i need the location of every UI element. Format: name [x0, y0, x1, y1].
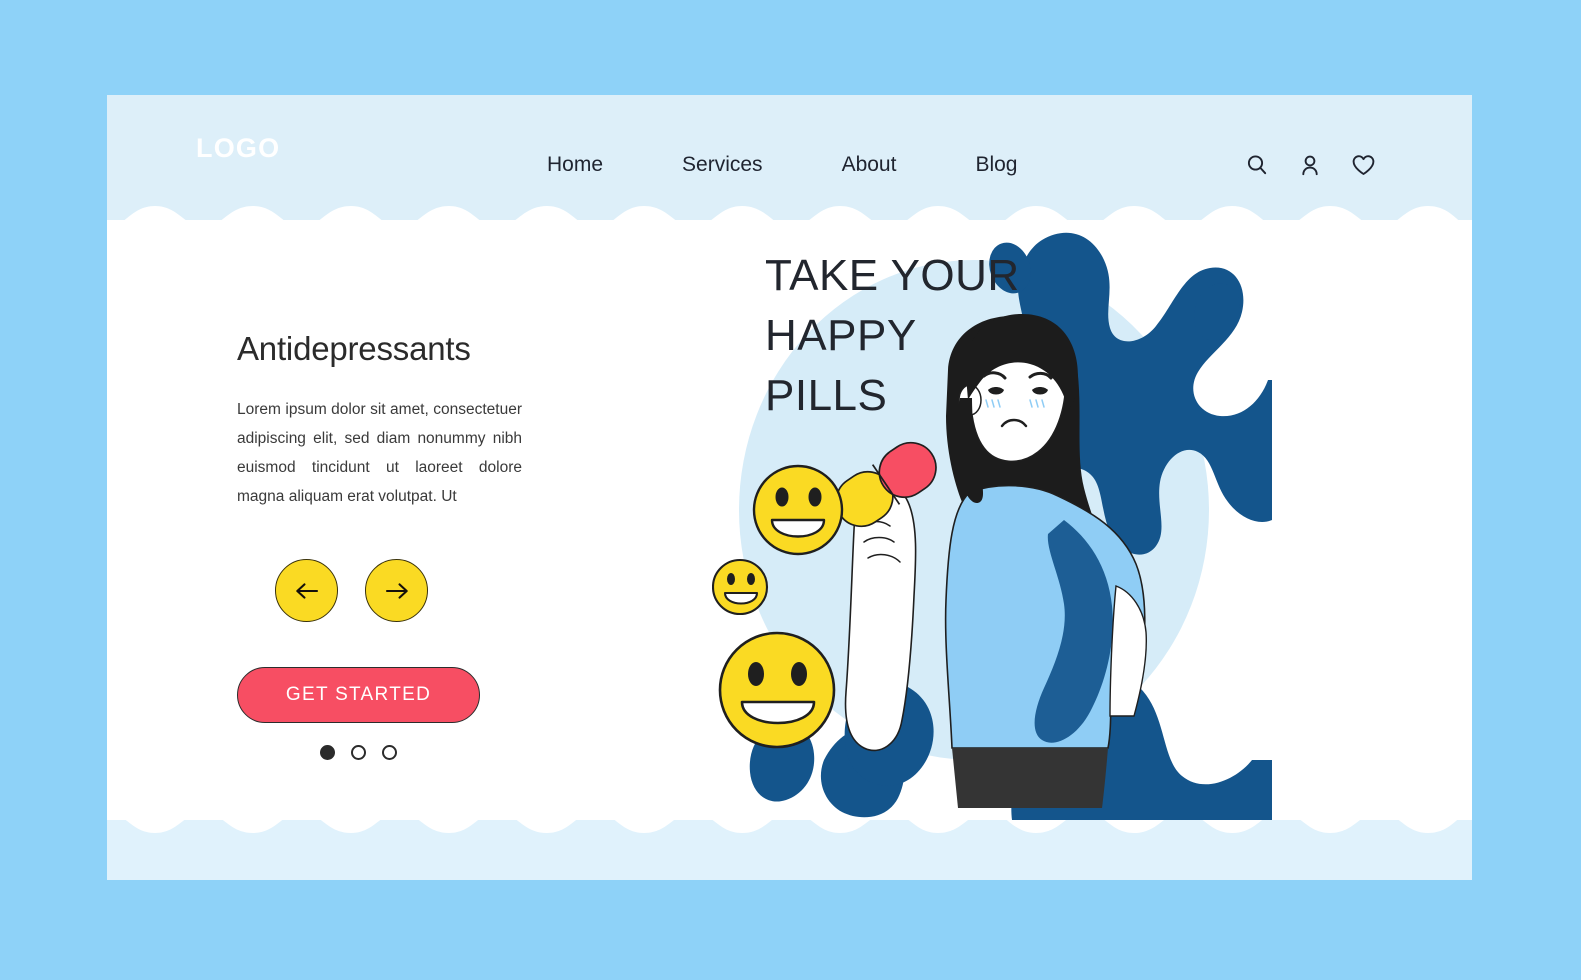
site-header: LOGO Home Services About Blog [107, 95, 1472, 220]
heart-icon[interactable] [1351, 153, 1376, 182]
search-icon[interactable] [1245, 153, 1269, 182]
next-arrow-button[interactable] [365, 559, 428, 622]
smiley-face-large [718, 631, 836, 749]
arrow-right-icon [385, 582, 408, 599]
smiley-face-medium [752, 464, 844, 556]
nav-item-about[interactable]: About [842, 153, 897, 177]
headline-line-1: TAKE YOUR [765, 251, 1020, 300]
smiley-face-small [712, 558, 769, 616]
nav-item-blog[interactable]: Blog [975, 153, 1017, 177]
prev-arrow-button[interactable] [275, 559, 338, 622]
nav-item-home[interactable]: Home [547, 153, 603, 177]
carousel-arrow-group [237, 559, 522, 622]
headline-line-2: HAPPY [765, 311, 917, 360]
shorts [952, 748, 1108, 808]
page-title: Antidepressants [237, 330, 471, 367]
carousel-dot-1[interactable] [320, 745, 335, 760]
logo[interactable]: LOGO [196, 133, 280, 164]
header-icon-group [1245, 153, 1376, 182]
headline-line-3: PILLS [765, 371, 887, 420]
hero-illustration: TAKE YOUR HAPPY PILLS [712, 220, 1272, 820]
carousel-dot-2[interactable] [351, 745, 366, 760]
hero-paragraph: Lorem ipsum dolor sit amet, consectetuer… [237, 401, 522, 505]
landing-page-panel: LOGO Home Services About Blog Antidepres… [107, 95, 1472, 880]
user-icon[interactable] [1298, 153, 1322, 182]
hero-text-column: Antidepressants Lorem ipsum dolor sit am… [237, 330, 522, 760]
main-navigation: Home Services About Blog [547, 153, 1017, 177]
nav-item-services[interactable]: Services [682, 153, 763, 177]
carousel-dots [237, 745, 480, 760]
arrow-left-icon [295, 582, 318, 599]
carousel-dot-3[interactable] [382, 745, 397, 760]
get-started-button[interactable]: GET STARTED [237, 667, 480, 723]
